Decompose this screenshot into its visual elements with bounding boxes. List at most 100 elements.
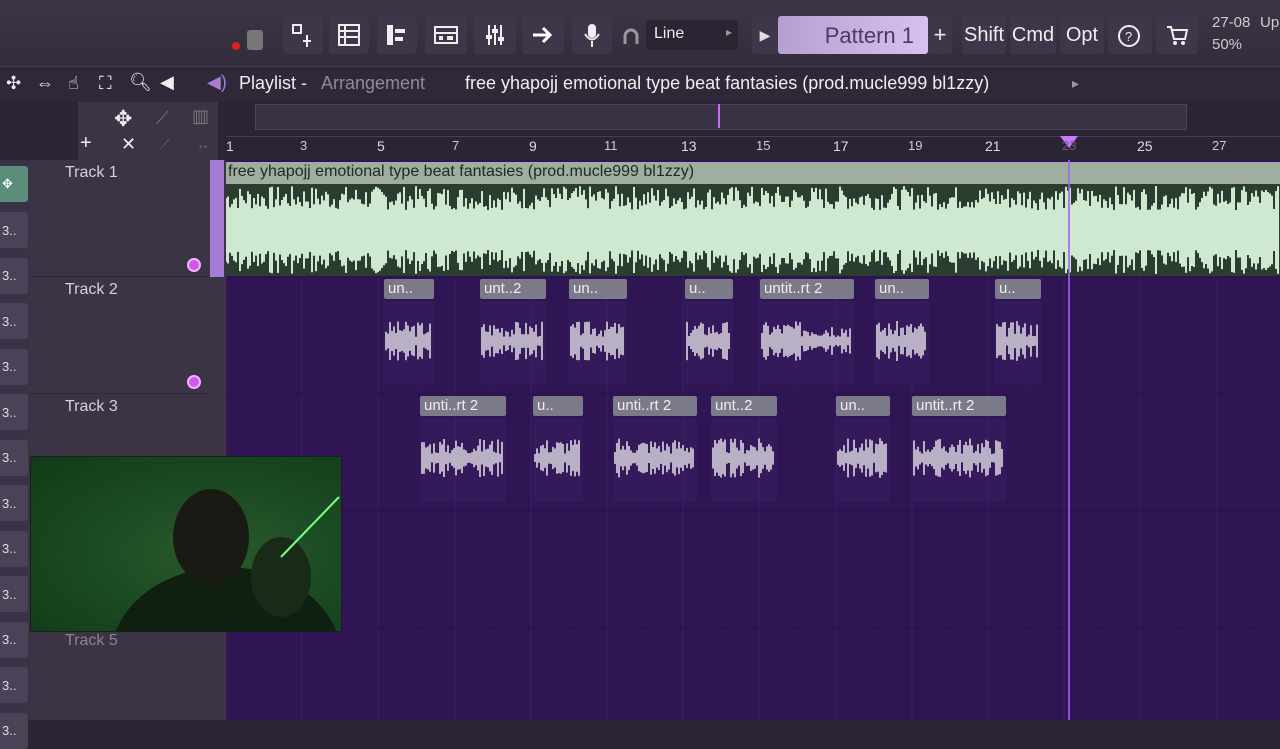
track3-clip-label[interactable]: u.. bbox=[533, 396, 583, 416]
snap-mode-value: Line bbox=[654, 25, 685, 42]
volume-icon[interactable]: ◀) bbox=[207, 72, 227, 93]
track3-clip-waveform[interactable] bbox=[711, 418, 777, 502]
track2-clip-waveform[interactable] bbox=[875, 301, 929, 385]
track1-color-bar bbox=[210, 160, 224, 277]
track3-clip-label[interactable]: un.. bbox=[836, 396, 890, 416]
track-header-1[interactable]: Track 1 bbox=[30, 160, 208, 277]
clip-name: free yhapojj emotional type beat fantasi… bbox=[228, 163, 695, 180]
track2-clip-waveform[interactable] bbox=[480, 301, 546, 385]
track3-clip-waveform[interactable] bbox=[613, 418, 697, 502]
track2-clip-label[interactable]: un.. bbox=[384, 279, 434, 299]
overview-scrollbar[interactable] bbox=[255, 104, 1187, 130]
resize-icon[interactable]: ⇔ bbox=[36, 73, 54, 94]
ruler-bar-19: 19 bbox=[908, 138, 923, 153]
picker-item[interactable]: 3.. bbox=[0, 530, 28, 567]
window-menu-icon[interactable]: ✣ bbox=[6, 73, 21, 94]
toolbar: Line ▸ ▶ Pattern 1 + Shift Cmd Opt ? 27-… bbox=[0, 0, 1280, 66]
picker-item[interactable]: 3.. bbox=[0, 212, 28, 248]
track-headers: Track 1 Track 2 Track 3 Track 5 bbox=[30, 160, 210, 745]
picker-item-active[interactable]: ✥ bbox=[0, 166, 28, 202]
arrow-right-icon[interactable] bbox=[522, 16, 564, 54]
chevron-right-icon[interactable]: ▸ bbox=[1072, 75, 1079, 92]
clip-waveform bbox=[226, 186, 1279, 274]
track3-clip-label[interactable]: untit..rt 2 bbox=[912, 396, 1006, 416]
picker-item[interactable]: 3.. bbox=[0, 257, 28, 294]
track-name: Track 1 bbox=[65, 164, 118, 181]
tool-curve-icon[interactable]: ⟋ bbox=[160, 136, 170, 153]
tool-grid-icon[interactable]: ▥ bbox=[192, 106, 209, 127]
track2-clip-waveform[interactable] bbox=[760, 301, 854, 385]
picker-item[interactable]: 3.. bbox=[0, 439, 28, 476]
track2-clip-label[interactable]: u.. bbox=[685, 279, 733, 299]
playlist-header: ✣ ⇔ ☝ ⛶ 🔍︎ ◀ ◀) Playlist - Arrangement f… bbox=[0, 66, 1280, 103]
track-header-5[interactable]: Track 5 bbox=[30, 628, 208, 745]
chevron-right-icon: ▸ bbox=[725, 25, 732, 39]
close-icon[interactable]: ✕ bbox=[121, 134, 136, 155]
picker-item[interactable]: 3.. bbox=[0, 621, 28, 658]
track3-clip-waveform[interactable] bbox=[420, 418, 506, 502]
ruler-bar-25: 25 bbox=[1137, 138, 1153, 154]
track2-clip-label[interactable]: un.. bbox=[569, 279, 627, 299]
tool-link-icon[interactable]: ⟋ bbox=[156, 108, 169, 129]
cmd-button[interactable]: Cmd bbox=[1010, 16, 1056, 54]
track3-clip-waveform[interactable] bbox=[912, 418, 1006, 502]
track-name: Track 3 bbox=[65, 398, 118, 415]
help-icon[interactable]: ? bbox=[1108, 16, 1152, 54]
snap-mode-select[interactable]: Line ▸ bbox=[646, 20, 738, 50]
fullscreen-icon[interactable]: ⛶ bbox=[99, 73, 112, 94]
track3-clip-label[interactable]: unt..2 bbox=[711, 396, 777, 416]
cmd-label: Cmd bbox=[1011, 23, 1055, 46]
picker-item[interactable]: 3.. bbox=[0, 712, 28, 749]
add-pattern-button[interactable]: + bbox=[928, 16, 952, 54]
magnet-icon[interactable] bbox=[622, 28, 640, 46]
ruler-bar-3: 3 bbox=[300, 138, 308, 153]
track2-clip-waveform[interactable] bbox=[685, 301, 733, 385]
microphone-icon[interactable] bbox=[572, 16, 612, 54]
picker-item[interactable]: 3.. bbox=[0, 576, 28, 612]
track-mute-led[interactable] bbox=[187, 375, 201, 389]
track2-clip-label[interactable]: untit..rt 2 bbox=[760, 279, 854, 299]
track2-clip-waveform[interactable] bbox=[569, 301, 627, 385]
track2-clip-label[interactable]: u.. bbox=[995, 279, 1041, 299]
picker-item[interactable]: 3.. bbox=[0, 303, 28, 339]
update-label: Up bbox=[1260, 14, 1280, 31]
tool-stretch-icon[interactable]: ↔ bbox=[196, 136, 210, 152]
track1-audio-clip[interactable]: free yhapojj emotional type beat fantasi… bbox=[226, 162, 1280, 276]
shift-button[interactable]: Shift bbox=[962, 16, 1006, 54]
picker-item[interactable]: 3.. bbox=[0, 394, 28, 430]
track-mute-led[interactable] bbox=[187, 258, 201, 272]
piano-roll-icon[interactable] bbox=[377, 16, 417, 54]
ruler-bar-17: 17 bbox=[833, 138, 849, 154]
track-header-2[interactable]: Track 2 bbox=[30, 277, 208, 394]
track3-clip-label[interactable]: unti..rt 2 bbox=[613, 396, 697, 416]
channel-rack-icon[interactable] bbox=[425, 16, 467, 54]
piano-roll-snap-icon[interactable] bbox=[283, 16, 323, 54]
arrangement-song-name[interactable]: free yhapojj emotional type beat fantasi… bbox=[465, 73, 989, 94]
opt-button[interactable]: Opt bbox=[1060, 16, 1104, 54]
webcam-silhouette bbox=[111, 489, 341, 747]
play-pattern-button[interactable]: ▶ bbox=[752, 16, 778, 54]
record-knob-icon[interactable] bbox=[247, 30, 263, 50]
zoom-icon[interactable]: 🔍︎ bbox=[129, 72, 152, 93]
webcam-overlay bbox=[30, 456, 342, 747]
picker-item[interactable]: 3.. bbox=[0, 348, 28, 385]
picker-item[interactable]: 3.. bbox=[0, 485, 28, 521]
mixer-icon[interactable] bbox=[474, 16, 516, 54]
cart-icon[interactable] bbox=[1156, 16, 1198, 54]
picker-item[interactable]: 3.. bbox=[0, 667, 28, 703]
track2-clip-waveform[interactable] bbox=[995, 301, 1041, 385]
add-track-icon[interactable]: + bbox=[80, 132, 92, 155]
track2-clip-label[interactable]: unt..2 bbox=[480, 279, 546, 299]
pointer-icon[interactable]: ☝ bbox=[68, 73, 79, 94]
pattern-selector[interactable]: Pattern 1 bbox=[778, 16, 928, 54]
timeline-ruler[interactable]: ✥ ⟋ ▥ + ✕ ⟋ ↔ bbox=[0, 102, 1280, 160]
tool-select-icon[interactable]: ✥ bbox=[114, 106, 132, 132]
speaker-icon[interactable]: ◀ bbox=[160, 72, 174, 93]
playlist-icon[interactable] bbox=[329, 16, 369, 54]
track2-clip-waveform[interactable] bbox=[384, 301, 434, 385]
track3-clip-label[interactable]: unti..rt 2 bbox=[420, 396, 506, 416]
track3-clip-waveform[interactable] bbox=[533, 418, 583, 502]
track3-clip-waveform[interactable] bbox=[836, 418, 890, 502]
ruler-bar-5: 5 bbox=[377, 138, 385, 154]
track2-clip-label[interactable]: un.. bbox=[875, 279, 929, 299]
